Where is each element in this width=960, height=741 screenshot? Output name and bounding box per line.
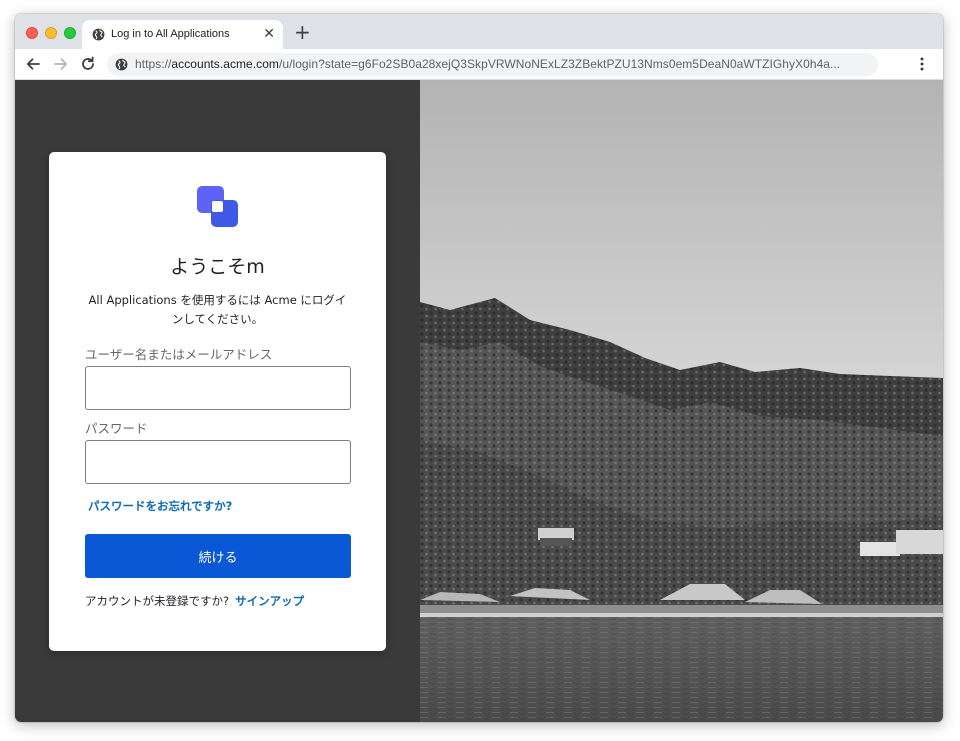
back-arrow-icon[interactable]: [24, 55, 42, 73]
login-description: All Applications を使用するには Acme にログインしてくださ…: [88, 293, 347, 326]
close-window-button[interactable]: [26, 27, 38, 39]
tab-close-icon[interactable]: ✕: [263, 26, 275, 42]
url-text: https://accounts.acme.com/u/login?state=…: [135, 57, 840, 71]
globe-icon[interactable]: [115, 58, 128, 71]
no-account-text: アカウントが未登録ですか?: [85, 594, 230, 608]
signup-link[interactable]: サインアップ: [235, 594, 304, 608]
password-label: パスワード: [85, 421, 148, 436]
signup-row: アカウントが未登録ですか? サインアップ: [85, 593, 304, 609]
url-scheme: https://: [135, 57, 172, 71]
welcome-heading: ようこそm: [170, 256, 265, 278]
new-tab-button[interactable]: +: [294, 22, 311, 42]
url-host: accounts.acme.com: [171, 57, 279, 71]
tab-active[interactable]: Log in to All Applications ✕: [82, 20, 283, 49]
username-label: ユーザー名またはメールアドレス: [85, 347, 273, 362]
password-input[interactable]: [85, 440, 351, 484]
page-content: ようこそm All Applications を使用するには Acme にログイ…: [15, 80, 943, 722]
background-photo: [420, 80, 943, 722]
minimize-window-button[interactable]: [45, 27, 57, 39]
reload-icon[interactable]: [79, 55, 97, 73]
tab-strip: Log in to All Applications ✕ +: [15, 14, 943, 49]
forward-arrow-icon[interactable]: [52, 55, 70, 73]
globe-icon: [92, 28, 105, 41]
more-vertical-icon[interactable]: [920, 56, 924, 72]
browser-window: Log in to All Applications ✕ + https://a…: [15, 14, 943, 722]
url-path: /u/login?state=g6Fo2SB0a28xejQ3SkpVRWNoN…: [278, 57, 841, 71]
maximize-window-button[interactable]: [64, 27, 76, 39]
address-bar[interactable]: https://accounts.acme.com/u/login?state=…: [107, 53, 878, 76]
username-input[interactable]: [85, 366, 351, 410]
continue-button[interactable]: 続ける: [85, 534, 351, 578]
login-card: ようこそm All Applications を使用するには Acme にログイ…: [49, 152, 386, 651]
tab-title: Log in to All Applications: [111, 28, 230, 40]
acme-logo-icon: [197, 186, 238, 227]
browser-toolbar: https://accounts.acme.com/u/login?state=…: [15, 49, 943, 80]
forgot-password-link[interactable]: パスワードをお忘れですか?: [88, 498, 232, 514]
